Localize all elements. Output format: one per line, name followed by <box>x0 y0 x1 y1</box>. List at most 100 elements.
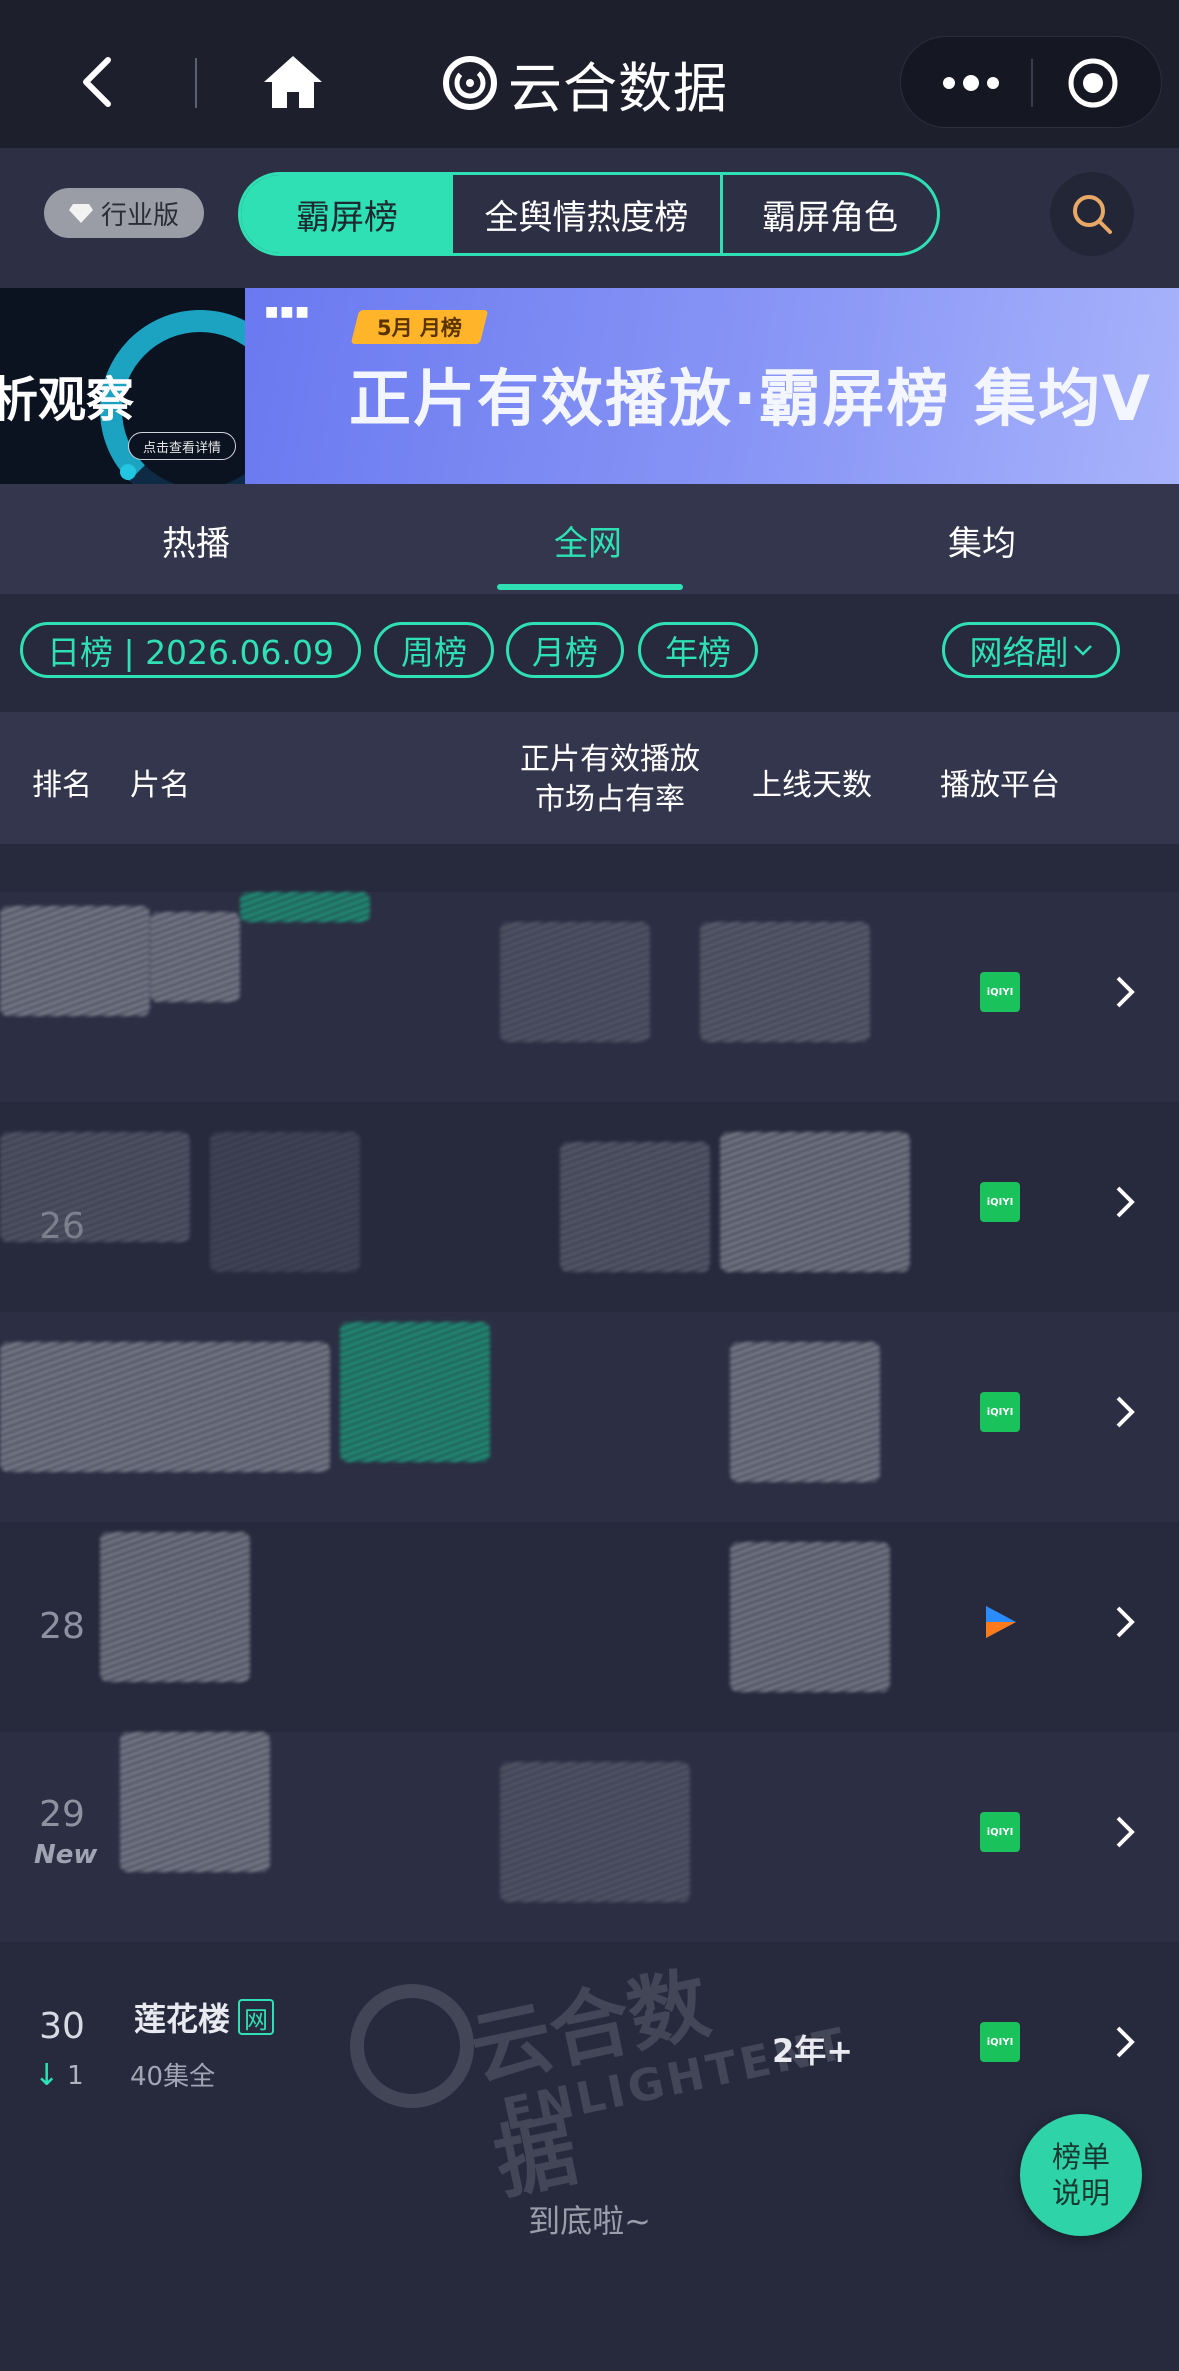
banner-dot-graphic <box>120 464 136 480</box>
iqiyi-icon: iQIYI <box>980 1812 1020 1852</box>
scope-tabs: 热播 全网 集均 <box>0 484 1179 594</box>
col-title: 片名 <box>130 768 190 803</box>
category-label: 网络剧 <box>969 633 1069 672</box>
chevron-right-icon[interactable] <box>1112 1394 1138 1430</box>
segment-public-opinion-heat[interactable]: 全舆情热度榜 <box>453 175 723 253</box>
promo-banner-carousel[interactable]: 析观察 点击查看详情 ■■■ 5月 月榜 正片有效播放·霸屏榜 集均V <box>0 288 1179 484</box>
brand-logo-icon <box>443 56 497 110</box>
redacted-block <box>240 892 370 922</box>
carousel-indicator: ■■■ <box>265 304 311 320</box>
ranking-type-segmented-control: 霸屏榜 全舆情热度榜 霸屏角色 <box>238 172 940 256</box>
monthly-pill[interactable]: 月榜 <box>506 622 624 678</box>
segment-baping-roles[interactable]: 霸屏角色 <box>723 175 937 253</box>
navigation-bar: 云合数据 <box>0 0 1179 148</box>
arrow-down-icon: ↓ <box>34 2058 60 2093</box>
redacted-block <box>0 1132 190 1242</box>
table-row[interactable]: 29 New iQIYI <box>0 1732 1179 1942</box>
redacted-block <box>730 1542 890 1692</box>
rank-number: 30 <box>39 2006 85 2047</box>
iqiyi-icon: iQIYI <box>980 1392 1020 1432</box>
tab-hot[interactable]: 热播 <box>46 516 346 565</box>
redacted-block <box>500 922 650 1042</box>
weekly-pill[interactable]: 周榜 <box>374 622 494 678</box>
table-row[interactable]: iQIYI <box>0 892 1179 1102</box>
active-tab-indicator <box>497 584 683 590</box>
iqiyi-icon: iQIYI <box>980 2022 1020 2062</box>
banner-slide-previous[interactable]: 析观察 点击查看详情 <box>0 288 245 484</box>
fab-line1: 榜单 <box>1051 2140 1110 2174</box>
new-entry-label: New <box>34 1840 98 1870</box>
yearly-pill[interactable]: 年榜 <box>638 622 758 678</box>
edition-badge[interactable]: 行业版 <box>44 188 204 238</box>
segment-bapingbang[interactable]: 霸屏榜 <box>241 175 453 253</box>
col-market-share-line1: 正片有效播放 <box>520 742 700 777</box>
banner-slide-current[interactable]: ■■■ 5月 月榜 正片有效播放·霸屏榜 集均V <box>245 288 1179 484</box>
period-filters: 日榜 | 2026.06.09 周榜 月榜 年榜 网络剧 <box>0 594 1179 712</box>
col-market-share-line2: 市场占有率 <box>535 782 685 817</box>
table-row[interactable]: 30 ↓ 1 莲花楼 网 40集全 2年+ iQIYI <box>0 1942 1179 2152</box>
ranking-explanation-button[interactable]: 榜单 说明 <box>1020 2114 1142 2236</box>
close-target-icon[interactable] <box>1065 55 1121 111</box>
redacted-block <box>700 922 870 1042</box>
days-online-value: 2年+ <box>772 2032 854 2070</box>
banner-tag: 5月 月榜 <box>350 310 489 344</box>
table-row[interactable]: 26 iQIYI <box>0 1102 1179 1312</box>
col-market-share: 正片有效播放 市场占有率 <box>470 740 750 820</box>
redacted-block <box>340 1322 490 1462</box>
category-dropdown[interactable]: 网络剧 <box>942 622 1120 678</box>
banner-headline: 正片有效播放·霸屏榜 集均V <box>349 362 1153 435</box>
web-series-badge: 网 <box>238 1999 275 2035</box>
rank-change: ↓ 1 <box>34 2058 84 2093</box>
table-header: 排名 片名 正片有效播放 市场占有率 上线天数 播放平台 <box>0 712 1179 844</box>
show-title-text: 莲花楼 <box>134 2000 231 2038</box>
redacted-block <box>120 1732 270 1872</box>
redacted-block <box>0 1342 330 1472</box>
nav-divider <box>195 58 197 108</box>
tab-per-episode[interactable]: 集均 <box>832 516 1132 565</box>
redacted-block <box>730 1342 880 1482</box>
iqiyi-icon: iQIYI <box>980 972 1020 1012</box>
col-rank: 排名 <box>32 768 92 803</box>
brand-name: 云合数据 <box>508 56 728 120</box>
chevron-down-icon <box>1073 645 1092 656</box>
home-icon[interactable] <box>262 54 324 110</box>
search-button[interactable] <box>1050 172 1134 256</box>
back-arrow-icon[interactable] <box>70 52 130 112</box>
redacted-block <box>210 1132 360 1272</box>
edition-label: 行业版 <box>100 200 179 231</box>
chevron-right-icon[interactable] <box>1112 1604 1138 1640</box>
redacted-block <box>720 1132 910 1272</box>
search-icon <box>1073 195 1112 234</box>
chart-type-toolbar: 行业版 霸屏榜 全舆情热度榜 霸屏角色 <box>0 148 1179 288</box>
banner-detail-button[interactable]: 点击查看详情 <box>128 432 236 460</box>
show-title[interactable]: 莲花楼 网 <box>134 1994 275 2040</box>
daily-date-pill[interactable]: 日榜 | 2026.06.09 <box>20 622 361 678</box>
rank-number: 28 <box>39 1606 85 1647</box>
iqiyi-icon: iQIYI <box>980 1182 1020 1222</box>
redacted-block <box>150 912 240 1002</box>
tencent-video-icon <box>986 1606 1016 1638</box>
chevron-right-icon[interactable] <box>1112 974 1138 1010</box>
banner-left-title: 析观察 <box>0 372 135 428</box>
episode-count: 40集全 <box>130 2062 216 2092</box>
fab-line2: 说明 <box>1051 2176 1110 2210</box>
end-of-list-text: 到底啦~ <box>528 2202 651 2240</box>
tab-all-network[interactable]: 全网 <box>438 516 738 565</box>
more-dots-icon[interactable] <box>939 65 1003 101</box>
rank-number: 29 <box>39 1794 85 1835</box>
diamond-icon <box>68 204 93 223</box>
chevron-right-icon[interactable] <box>1112 1814 1138 1850</box>
chevron-right-icon[interactable] <box>1112 2024 1138 2060</box>
capsule-divider <box>1031 59 1033 107</box>
banner-tag-text: 5月 月榜 <box>377 316 462 340</box>
brand: 云合数据 <box>442 48 728 120</box>
redacted-block <box>560 1142 710 1272</box>
col-days-online: 上线天数 <box>752 768 872 803</box>
chevron-right-icon[interactable] <box>1112 1184 1138 1220</box>
redacted-block <box>0 906 150 1016</box>
table-row[interactable]: 28 <box>0 1522 1179 1732</box>
rank-change-value: 1 <box>67 2060 84 2091</box>
mini-program-capsule <box>900 36 1162 128</box>
table-row[interactable]: iQIYI <box>0 1312 1179 1522</box>
redacted-block <box>100 1532 250 1682</box>
